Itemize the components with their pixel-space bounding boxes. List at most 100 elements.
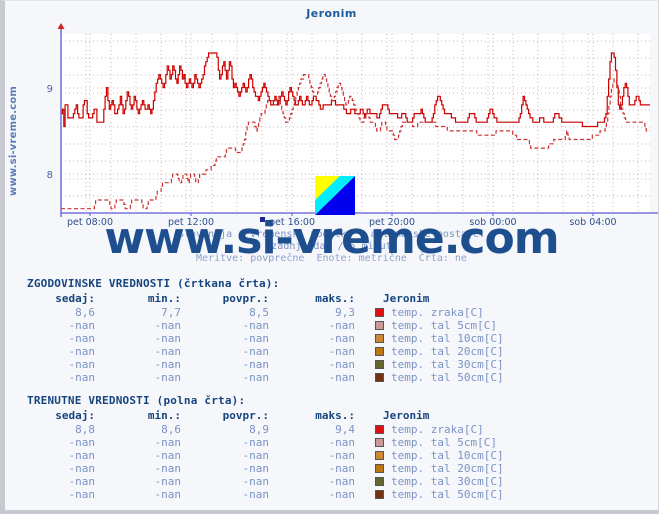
cell-povpr: -nan: [242, 358, 270, 371]
cell-povpr: -nan: [242, 319, 270, 332]
legend-entry: temp. tal 20cm[C]: [361, 462, 510, 475]
legend-label: temp. tal 5cm[C]: [391, 436, 497, 449]
cell-sedaj: 8,6: [75, 306, 95, 319]
cell-min: 8,6: [161, 423, 181, 436]
cell-povpr: -nan: [242, 371, 270, 384]
cell-min: -nan: [154, 436, 182, 449]
legend-color-swatch-icon: [375, 425, 384, 434]
legend-color-swatch-icon: [375, 438, 384, 447]
cell-sedaj: -nan: [68, 488, 96, 501]
cell-povpr: -nan: [242, 345, 270, 358]
caption-line-2: zadnji dan / 5 minut: [271, 241, 392, 252]
cell-povpr: -nan: [242, 449, 270, 462]
legend-color-swatch-icon: [375, 373, 384, 382]
cell-povpr: 8,9: [249, 423, 269, 436]
historic-table-body: 8,6 7,7 8,5 9,3 temp. zraka[C] -nan -nan -nan -n…: [19, 306, 510, 384]
now-marker-icon: [260, 217, 265, 222]
cell-min: -nan: [154, 449, 182, 462]
cell-sedaj: -nan: [68, 436, 96, 449]
legend-entry: temp. zraka[C]: [361, 423, 510, 436]
legend-label: temp. tal 20cm[C]: [391, 462, 504, 475]
historic-values-heading: ZGODOVINSKE VREDNOSTI (črtkana črta):: [27, 277, 280, 290]
col-header-sedaj: sedaj:: [55, 292, 95, 305]
table-row: -nan -nan -nan -nan temp. tal 50cm[C]: [19, 488, 510, 501]
col-header-sedaj: sedaj:: [55, 409, 95, 422]
legend-color-swatch-icon: [375, 308, 384, 317]
legend-color-swatch-icon: [375, 490, 384, 499]
cell-maks: -nan: [328, 319, 356, 332]
col-header-station: Jeronim: [383, 409, 430, 422]
legend-entry: temp. tal 50cm[C]: [361, 371, 510, 384]
cell-min: -nan: [154, 332, 182, 345]
legend-entry: temp. tal 30cm[C]: [361, 358, 510, 371]
page-root: Jeronim www.si-vreme.com 8 9 pet 08:00 pet …: [0, 0, 659, 514]
current-values-block: TRENUTNE VREDNOSTI (polna črta): sedaj: …: [5, 394, 658, 501]
table-row: -nan -nan -nan -nan temp. tal 10cm[C]: [19, 449, 510, 462]
legend-label: temp. tal 50cm[C]: [391, 488, 504, 501]
current-table-body: 8,8 8,6 8,9 9,4 temp. zraka[C] -nan -nan -nan -n…: [19, 423, 510, 501]
cell-sedaj: -nan: [68, 371, 96, 384]
legend-label: temp. tal 30cm[C]: [391, 358, 504, 371]
cell-povpr: 8,5: [249, 306, 269, 319]
cell-povpr: -nan: [242, 475, 270, 488]
col-header-maks: maks.:: [315, 409, 355, 422]
col-header-povpr: povpr.:: [222, 292, 269, 305]
col-header-station: Jeronim: [383, 292, 430, 305]
caption-line-1: Slovenija / vremenski podatki - avtomats…: [177, 229, 486, 240]
legend-color-swatch-icon: [375, 451, 384, 460]
legend-entry: temp. zraka[C]: [361, 306, 510, 319]
cell-min: -nan: [154, 462, 182, 475]
legend-color-swatch-icon: [375, 347, 384, 356]
cell-sedaj: -nan: [68, 475, 96, 488]
legend-entry: temp. tal 10cm[C]: [361, 332, 510, 345]
cell-sedaj: -nan: [68, 345, 96, 358]
legend-label: temp. tal 30cm[C]: [391, 475, 504, 488]
svg-text:8: 8: [47, 170, 53, 181]
col-header-min: min.:: [147, 409, 181, 422]
table-row: -nan -nan -nan -nan temp. tal 10cm[C]: [19, 332, 510, 345]
table-row: -nan -nan -nan -nan temp. tal 30cm[C]: [19, 358, 510, 371]
cell-maks: -nan: [328, 488, 356, 501]
cell-maks: -nan: [328, 462, 356, 475]
x-tick-label: pet 08:00: [67, 217, 113, 228]
col-header-min: min.:: [147, 292, 181, 305]
cell-min: -nan: [154, 371, 182, 384]
cell-maks: -nan: [328, 475, 356, 488]
cell-maks: -nan: [328, 358, 356, 371]
current-values-heading: TRENUTNE VREDNOSTI (polna črta):: [27, 394, 246, 407]
cell-sedaj: -nan: [68, 319, 96, 332]
legend-label: temp. zraka[C]: [391, 423, 484, 436]
col-header-maks: maks.:: [315, 292, 355, 305]
cell-min: -nan: [154, 488, 182, 501]
historic-values-block: ZGODOVINSKE VREDNOSTI (črtkana črta): se…: [5, 277, 658, 384]
cell-min: -nan: [154, 345, 182, 358]
cell-min: -nan: [154, 319, 182, 332]
table-row: -nan -nan -nan -nan temp. tal 50cm[C]: [19, 371, 510, 384]
legend-entry: temp. tal 20cm[C]: [361, 345, 510, 358]
cell-sedaj: -nan: [68, 449, 96, 462]
legend-color-swatch-icon: [375, 464, 384, 473]
cell-povpr: -nan: [242, 436, 270, 449]
cell-sedaj: -nan: [68, 332, 96, 345]
cell-maks: -nan: [328, 436, 356, 449]
cell-maks: -nan: [328, 371, 356, 384]
x-tick-label: pet 12:00: [168, 217, 214, 228]
legend-color-swatch-icon: [375, 477, 384, 486]
table-header-row: sedaj: min.: povpr.: maks.: Jeronim: [19, 291, 510, 306]
cell-maks: -nan: [328, 345, 356, 358]
x-tick-label: pet 16:00: [269, 217, 315, 228]
table-row: -nan -nan -nan -nan temp. tal 30cm[C]: [19, 475, 510, 488]
cell-min: 7,7: [161, 306, 181, 319]
x-tick-label: sob 04:00: [569, 217, 616, 228]
current-values-table: sedaj: min.: povpr.: maks.: Jeronim 8,8 8…: [19, 408, 510, 501]
legend-entry: temp. tal 30cm[C]: [361, 475, 510, 488]
legend-color-swatch-icon: [375, 334, 384, 343]
cell-min: -nan: [154, 358, 182, 371]
caption-line-3: Meritve: povprečne Enote: metrične Črta:…: [196, 253, 467, 264]
table-row: -nan -nan -nan -nan temp. tal 5cm[C]: [19, 319, 510, 332]
table-row: 8,8 8,6 8,9 9,4 temp. zraka[C]: [19, 423, 510, 436]
cell-sedaj: 8,8: [75, 423, 95, 436]
x-tick-label: pet 20:00: [369, 217, 415, 228]
cell-min: -nan: [154, 475, 182, 488]
legend-entry: temp. tal 50cm[C]: [361, 488, 510, 501]
